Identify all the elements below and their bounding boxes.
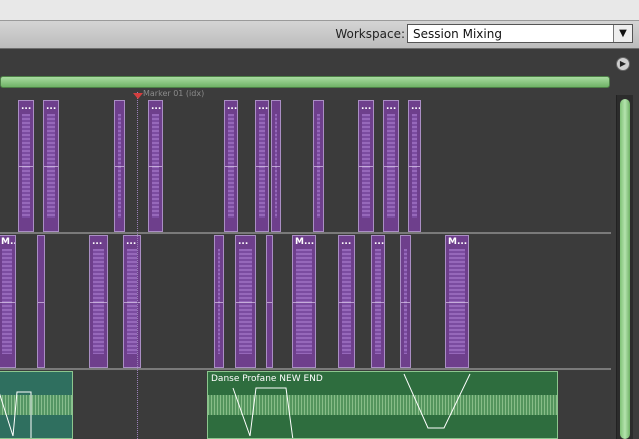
play-icon[interactable]: ▶ (616, 57, 630, 71)
title-strip (0, 0, 639, 21)
multitrack-editor: ▶ ... ... ... ... ... ... ... ... M... .… (0, 49, 639, 439)
clip[interactable] (266, 235, 273, 368)
workspace-value: Session Mixing (413, 27, 502, 41)
clip[interactable]: M... (292, 235, 316, 368)
clip[interactable]: ... (224, 100, 238, 232)
clip[interactable] (114, 100, 125, 232)
clip[interactable]: ... (255, 100, 269, 232)
scrollbar-thumb[interactable] (620, 99, 630, 439)
clip[interactable]: ... (408, 100, 421, 232)
clip[interactable]: ... (89, 235, 108, 368)
volume-envelope (0, 391, 32, 438)
track-1: ... ... ... ... ... ... ... ... (0, 100, 611, 232)
workspace-label: Workspace: (335, 27, 405, 41)
track-3: Danse Profane NEW END (0, 371, 611, 439)
clip[interactable]: ... (338, 235, 355, 368)
volume-envelope (232, 373, 471, 438)
clip[interactable]: M... (445, 235, 469, 368)
timeline-navigator[interactable] (0, 76, 610, 88)
clip[interactable]: ... (148, 100, 163, 232)
track-divider[interactable] (0, 368, 611, 370)
track-divider[interactable] (0, 232, 611, 234)
clip[interactable]: ... (371, 235, 385, 368)
clip[interactable]: M... (0, 235, 16, 368)
chevron-down-icon[interactable]: ▼ (613, 25, 632, 42)
marker-line (137, 92, 139, 439)
clip[interactable] (214, 235, 224, 368)
clip[interactable]: ... (18, 100, 34, 232)
clip[interactable]: ... (358, 100, 374, 232)
clip[interactable] (313, 100, 324, 232)
clip[interactable]: ... (43, 100, 59, 232)
clip[interactable]: ... (235, 235, 256, 368)
vertical-scrollbar[interactable] (616, 95, 633, 439)
marker-icon[interactable] (133, 93, 143, 99)
clip[interactable] (271, 100, 281, 232)
clip[interactable]: ... (383, 100, 399, 232)
clip[interactable]: Danse Profane NEW END (207, 371, 558, 439)
track-2: M... ... ... ... M... ... ... M... (0, 235, 611, 368)
workspace-select[interactable]: Session Mixing ▼ (407, 24, 633, 43)
workspace-bar: Workspace: Session Mixing ▼ (0, 21, 639, 49)
clip[interactable] (37, 235, 45, 368)
marker-label[interactable]: Marker 01 (idx) (143, 89, 204, 98)
clip[interactable] (400, 235, 411, 368)
clip[interactable] (0, 371, 73, 439)
